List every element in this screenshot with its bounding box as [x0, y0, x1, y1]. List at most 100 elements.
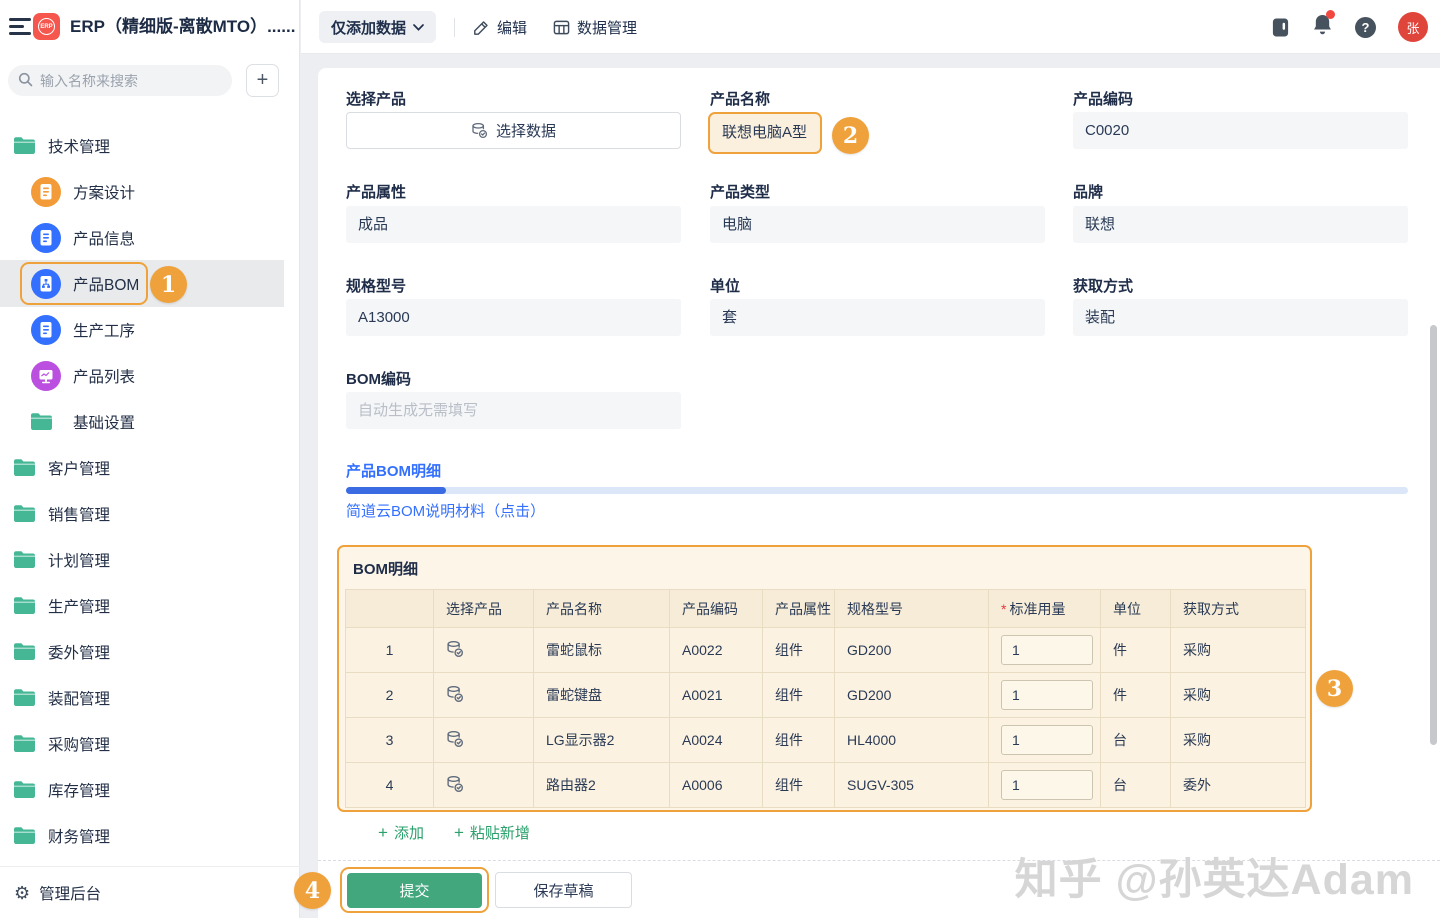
folder-icon	[14, 827, 35, 844]
bom-doc-link[interactable]: 简道云BOM说明材料（点击）	[346, 500, 545, 521]
paste-add-button[interactable]: + 粘贴新增	[454, 822, 530, 843]
edit-button[interactable]: 编辑	[473, 0, 527, 54]
spec-label: 规格型号	[346, 275, 406, 296]
app-title: ERP（精细版-离散MTO）......	[70, 0, 295, 54]
folder-icon	[14, 551, 35, 568]
topbar-right: ? 张	[1271, 0, 1440, 54]
product-type-label: 产品类型	[710, 181, 770, 202]
bom-code-input[interactable]	[346, 392, 681, 429]
database-check-icon[interactable]	[446, 640, 464, 658]
question-icon: ?	[1362, 20, 1370, 35]
sidebar-search[interactable]	[8, 65, 232, 96]
sidebar-item-outsourcing-mgmt[interactable]: 委外管理	[0, 628, 284, 675]
add-row-button[interactable]: + 添加	[378, 822, 424, 843]
save-draft-button[interactable]: 保存草稿	[495, 872, 632, 908]
sidebar-item-tech-mgmt[interactable]: 技术管理	[0, 122, 284, 169]
sidebar-item-label: 采购管理	[48, 733, 110, 755]
cell-product-attr: 组件	[763, 763, 835, 808]
sidebar-item-label: 装配管理	[48, 687, 110, 709]
mode-dropdown[interactable]: 仅添加数据	[319, 11, 436, 43]
select-product-label: 选择产品	[346, 88, 406, 109]
cell-spec: GD200	[835, 628, 989, 673]
user-avatar[interactable]: 张	[1398, 12, 1428, 42]
table-row: 2 雷蛇键盘 A0021 组件 GD200 件 采购	[346, 673, 1306, 718]
cell-product-name: 路由器2	[534, 763, 670, 808]
database-check-icon[interactable]	[446, 775, 464, 793]
cell-spec: HL4000	[835, 718, 989, 763]
tab-product-bom-detail[interactable]: 产品BOM明细	[346, 460, 441, 481]
spec-field: A13000	[346, 299, 681, 336]
database-check-icon[interactable]	[446, 685, 464, 703]
doc-app-icon	[31, 223, 61, 253]
sidebar-item-assembly-mgmt[interactable]: 装配管理	[0, 674, 284, 721]
select-data-cell[interactable]	[434, 628, 534, 673]
sidebar-item-label: 基础设置	[73, 411, 135, 433]
admin-backend-button[interactable]: ⚙ 管理后台	[0, 867, 300, 918]
folder-icon	[31, 413, 52, 430]
vertical-scrollbar[interactable]	[1430, 325, 1437, 745]
qty-input[interactable]	[1001, 725, 1093, 755]
sidebar-item-product-info[interactable]: 产品信息	[0, 214, 284, 261]
sidebar-item-sales-mgmt[interactable]: 销售管理	[0, 490, 284, 537]
select-data-button[interactable]: 选择数据	[346, 112, 681, 149]
database-icon	[471, 122, 488, 139]
qty-header: *标准用量	[989, 590, 1101, 628]
sidebar-item-purchasing-mgmt[interactable]: 采购管理	[0, 720, 284, 767]
qty-input[interactable]	[1001, 635, 1093, 665]
product-code-header: 产品编码	[670, 590, 763, 628]
select-data-cell[interactable]	[434, 718, 534, 763]
cell-qty	[989, 763, 1101, 808]
notebook-icon[interactable]	[1271, 17, 1290, 38]
sidebar-item-basic-settings[interactable]: 基础设置	[0, 398, 284, 445]
qty-input[interactable]	[1001, 770, 1093, 800]
bom-code-label: BOM编码	[346, 368, 411, 389]
sidebar-item-planning-mgmt[interactable]: 计划管理	[0, 536, 284, 583]
select-product-header: 选择产品	[434, 590, 534, 628]
search-input[interactable]	[40, 65, 225, 96]
select-data-button-label: 选择数据	[496, 120, 556, 141]
cell-product-attr: 组件	[763, 718, 835, 763]
unit-field: 套	[710, 299, 1045, 336]
form-card: 选择产品 选择数据 产品名称 联想电脑A型 产品编码 C0020 产品属性 成品…	[318, 68, 1440, 918]
data-manage-button-label: 数据管理	[577, 17, 637, 38]
notifications-button[interactable]	[1312, 13, 1333, 41]
sidebar-item-inventory-mgmt[interactable]: 库存管理	[0, 766, 284, 813]
add-app-button[interactable]: +	[246, 64, 279, 97]
cell-spec: SUGV-305	[835, 763, 989, 808]
edit-pencil-icon	[473, 19, 490, 36]
cell-qty	[989, 673, 1101, 718]
help-button[interactable]: ?	[1355, 17, 1376, 38]
sidebar-item-product-list[interactable]: 产品列表	[0, 352, 284, 399]
sidebar-item-product-bom[interactable]: 产品BOM	[0, 260, 284, 307]
cell-qty	[989, 718, 1101, 763]
select-data-cell[interactable]	[434, 673, 534, 718]
sidebar-item-production-process[interactable]: 生产工序	[0, 306, 284, 353]
database-check-icon[interactable]	[446, 730, 464, 748]
topbar: 仅添加数据 编辑 数据管理 ? 张	[301, 0, 1440, 54]
cell-unit: 件	[1101, 673, 1171, 718]
add-row-label: 添加	[394, 822, 424, 843]
select-data-cell[interactable]	[434, 763, 534, 808]
cell-unit: 件	[1101, 628, 1171, 673]
collapse-menu-icon[interactable]	[9, 18, 31, 36]
data-manage-button[interactable]: 数据管理	[553, 0, 637, 54]
bom-table-header-row: 选择产品 产品名称 产品编码 产品属性 规格型号 *标准用量 单位 获取方式	[346, 590, 1306, 628]
sidebar-item-plan-design[interactable]: 方案设计	[0, 168, 284, 215]
annotation-outline-submit: 提交	[340, 867, 489, 913]
watermark: 知乎 @孙英达Adam	[1015, 845, 1414, 907]
app-logo-text: ERP	[38, 18, 55, 35]
cell-product-code: A0022	[670, 628, 763, 673]
sidebar: ERP ERP（精细版-离散MTO）...... + 技术管理 方案设计 产品信…	[0, 0, 300, 918]
sidebar-item-customer-mgmt[interactable]: 客户管理	[0, 444, 284, 491]
row-number: 1	[346, 628, 434, 673]
folder-icon	[14, 735, 35, 752]
spec-header: 规格型号	[835, 590, 989, 628]
edit-button-label: 编辑	[497, 17, 527, 38]
avatar-initial: 张	[1406, 18, 1419, 37]
qty-input[interactable]	[1001, 680, 1093, 710]
sidebar-item-finance-mgmt[interactable]: 财务管理	[0, 812, 284, 859]
sidebar-item-production-mgmt[interactable]: 生产管理	[0, 582, 284, 629]
folder-icon	[14, 643, 35, 660]
submit-button[interactable]: 提交	[347, 873, 482, 908]
data-manage-icon	[553, 19, 570, 36]
